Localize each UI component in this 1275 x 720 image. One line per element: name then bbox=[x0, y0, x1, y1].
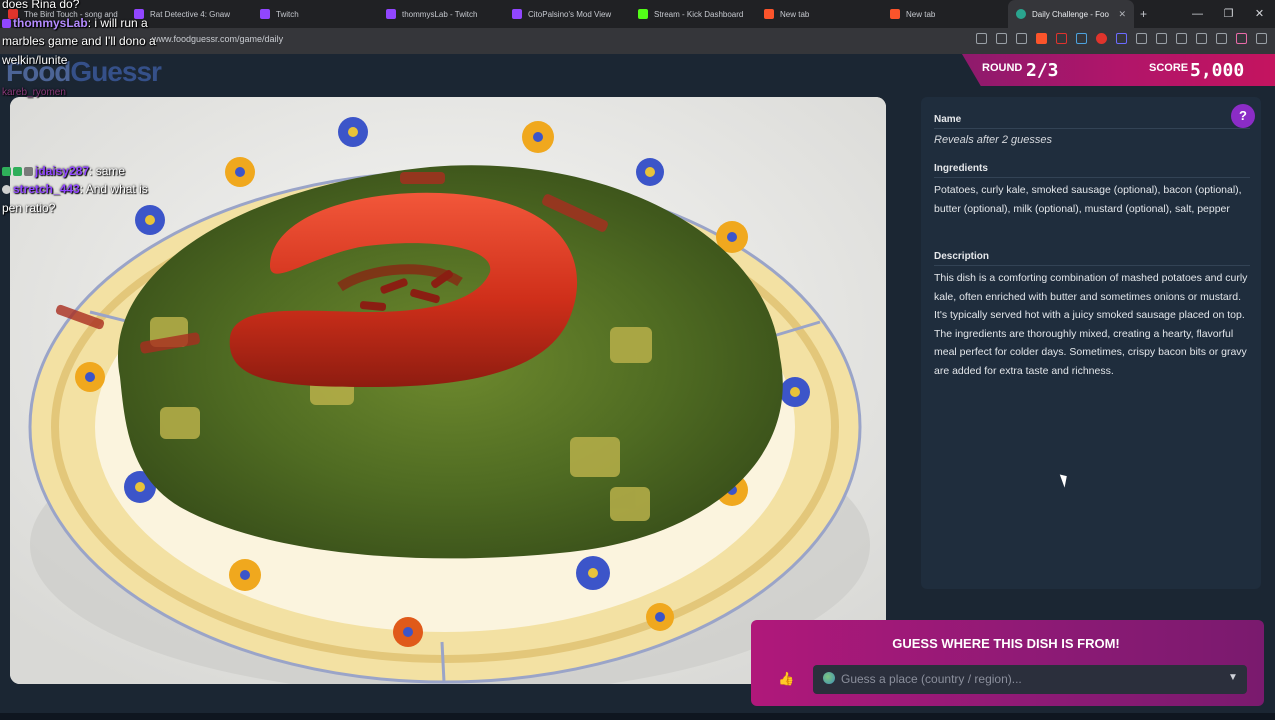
key-icon[interactable] bbox=[976, 33, 987, 44]
broadcaster-badge-icon bbox=[2, 19, 11, 29]
share-icon[interactable] bbox=[1016, 33, 1027, 44]
brave-shield-icon[interactable] bbox=[1036, 33, 1047, 44]
name-heading: Name bbox=[934, 114, 962, 125]
wallet-icon[interactable] bbox=[1236, 33, 1247, 44]
foodguessr-icon bbox=[1016, 9, 1026, 19]
music-icon[interactable] bbox=[1176, 33, 1187, 44]
browser-tab[interactable]: New tab bbox=[756, 0, 882, 28]
divider bbox=[934, 128, 1250, 129]
browser-tab[interactable]: thommysLab - Twitch bbox=[378, 0, 504, 28]
rewards-icon[interactable] bbox=[1216, 33, 1227, 44]
divider bbox=[934, 265, 1250, 266]
brave-icon bbox=[890, 9, 900, 19]
name-value: Reveals after 2 guesses bbox=[934, 134, 1053, 146]
chat-message: : And what is bbox=[79, 182, 148, 196]
browser-tabbar: The Bird Touch - song and Rat Detective … bbox=[0, 0, 1275, 28]
taskbar-strip bbox=[0, 713, 1275, 720]
twitch-icon bbox=[512, 9, 522, 19]
extension-icon[interactable] bbox=[1096, 33, 1107, 44]
twitch-icon bbox=[386, 9, 396, 19]
window-controls: — ❐ ✕ bbox=[1182, 0, 1275, 28]
guess-input[interactable]: Guess a place (country / region)... bbox=[813, 665, 1247, 694]
twitch-icon bbox=[260, 9, 270, 19]
toolbar-icons bbox=[976, 33, 1267, 44]
puzzle-icon[interactable] bbox=[1136, 33, 1147, 44]
score-label: SCORE bbox=[1149, 62, 1189, 74]
restore-icon[interactable]: ❐ bbox=[1213, 0, 1244, 28]
round-label: ROUND bbox=[982, 62, 1023, 74]
new-tab-icon[interactable]: + bbox=[1140, 7, 1147, 21]
score-value: 5,000 bbox=[1190, 60, 1245, 81]
chat-line: stretch_443: And what is bbox=[2, 182, 148, 196]
browser-tab[interactable]: Stream - Kick Dashboard bbox=[630, 0, 756, 28]
chat-line: jdaisy287: same bbox=[2, 164, 125, 178]
sidebar-icon[interactable] bbox=[1156, 33, 1167, 44]
kick-icon bbox=[638, 9, 648, 19]
browser-tab[interactable]: CitoPalsino's Mod View bbox=[504, 0, 630, 28]
extension-icon[interactable] bbox=[1116, 33, 1127, 44]
minimize-icon[interactable]: — bbox=[1182, 0, 1213, 28]
divider bbox=[934, 177, 1250, 178]
tab-label: New tab bbox=[780, 9, 810, 19]
chat-username: stretch_443 bbox=[13, 182, 80, 196]
url-field[interactable]: www.foodguessr.com/game/daily bbox=[152, 34, 283, 44]
close-tab-icon[interactable]: ✕ bbox=[1118, 9, 1126, 20]
tab-label: CitoPalsino's Mod View bbox=[528, 9, 612, 19]
tab-label: Daily Challenge - Foo bbox=[1032, 9, 1109, 19]
chat-line: thommysLab: i will run a bbox=[2, 16, 148, 30]
skull-badge-icon bbox=[2, 185, 11, 195]
close-window-icon[interactable]: ✕ bbox=[1244, 0, 1275, 28]
chevron-down-icon[interactable]: ▼ bbox=[1228, 672, 1238, 683]
chat-line: does Rina do? bbox=[2, 0, 80, 11]
cast-icon[interactable] bbox=[996, 33, 1007, 44]
tab-label: Rat Detective 4: Gnaw bbox=[150, 9, 231, 19]
chat-line: kareb_ryomen bbox=[2, 87, 66, 98]
chat-username: thommysLab bbox=[13, 16, 88, 30]
sub-badge-icon bbox=[24, 167, 33, 177]
browser-tab-active[interactable]: Daily Challenge - Foo ✕ bbox=[1008, 0, 1134, 28]
guess-title: GUESS WHERE THIS DISH IS FROM! bbox=[892, 636, 1120, 651]
chat-message: : i will run a bbox=[87, 16, 148, 30]
description-text: This dish is a comforting combination of… bbox=[934, 272, 1248, 377]
address-bar: www.foodguessr.com/game/daily bbox=[0, 28, 1275, 54]
extension-icon[interactable] bbox=[1076, 33, 1087, 44]
ingredients-text: Potatoes, curly kale, smoked sausage (op… bbox=[934, 184, 1242, 215]
round-value: 2/3 bbox=[1026, 60, 1059, 81]
browser-tab[interactable]: Twitch bbox=[252, 0, 378, 28]
extension-icon[interactable] bbox=[1056, 33, 1067, 44]
sub-badge-icon bbox=[2, 167, 11, 177]
sub-badge-icon bbox=[13, 167, 22, 177]
split-view-icon[interactable] bbox=[1196, 33, 1207, 44]
description-heading: Description bbox=[934, 251, 990, 262]
globe-icon bbox=[823, 672, 835, 684]
tab-label: thommysLab - Twitch bbox=[402, 9, 478, 19]
tab-label: Stream - Kick Dashboard bbox=[654, 9, 744, 19]
tab-label: Twitch bbox=[276, 9, 299, 19]
tab-label: New tab bbox=[906, 9, 936, 19]
chat-message: : same bbox=[89, 164, 126, 178]
help-button[interactable]: ? bbox=[1231, 104, 1255, 128]
thumbs-up-icon[interactable]: 👍 bbox=[778, 671, 794, 687]
ingredients-heading: Ingredients bbox=[934, 163, 988, 174]
chat-line: welkin/lunite bbox=[2, 53, 68, 67]
chat-line: pen ratio? bbox=[2, 201, 56, 215]
logo-guessr: Guessr bbox=[70, 56, 161, 87]
chat-username: jdaisy287 bbox=[35, 164, 90, 178]
menu-icon[interactable] bbox=[1256, 33, 1267, 44]
brave-icon bbox=[764, 9, 774, 19]
chat-line: marbles game and I'll dono a bbox=[2, 34, 156, 48]
browser-tab[interactable]: New tab bbox=[882, 0, 1008, 28]
